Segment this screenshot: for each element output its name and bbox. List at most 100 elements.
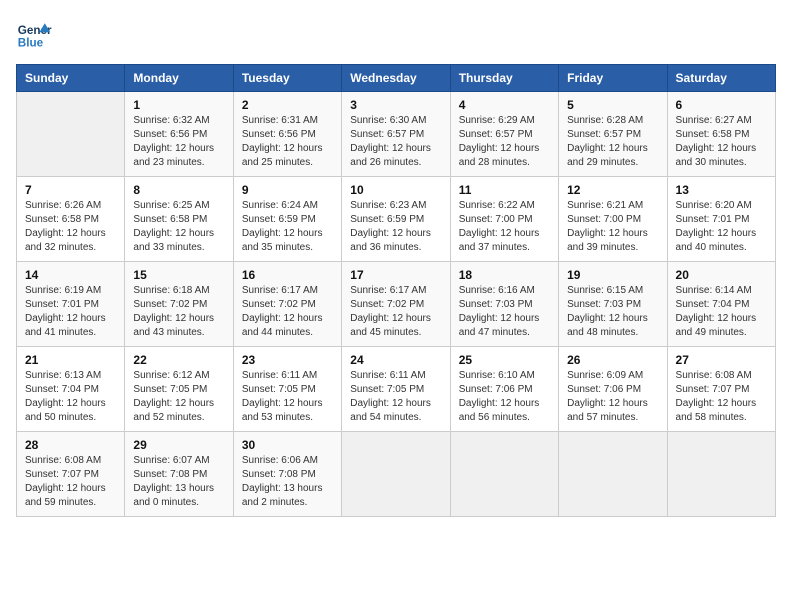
calendar-cell: 14Sunrise: 6:19 AM Sunset: 7:01 PM Dayli… xyxy=(17,262,125,347)
calendar-cell: 5 Sunrise: 6:28 AM Sunset: 6:57 PM Daylig… xyxy=(559,92,667,177)
calendar-cell: 7 Sunrise: 6:26 AM Sunset: 6:58 PM Daylig… xyxy=(17,177,125,262)
day-number: 19 xyxy=(567,268,658,282)
calendar-week-1: 1 Sunrise: 6:32 AM Sunset: 6:56 PM Daylig… xyxy=(17,92,776,177)
calendar-cell xyxy=(342,432,450,517)
calendar-week-4: 21 Sunrise: 6:13 AM Sunset: 7:04 PM Dayli… xyxy=(17,347,776,432)
day-number: 28 xyxy=(25,438,116,452)
calendar-cell: 6Sunrise: 6:27 AM Sunset: 6:58 PM Daylig… xyxy=(667,92,775,177)
day-info: Sunrise: 6:24 AM Sunset: 6:59 PM Dayligh… xyxy=(242,199,333,255)
calendar-cell: 21 Sunrise: 6:13 AM Sunset: 7:04 PM Dayli… xyxy=(17,347,125,432)
calendar-cell: 28 Sunrise: 6:08 AM Sunset: 7:07 PM Dayli… xyxy=(17,432,125,517)
day-info: Sunrise: 6:08 AM Sunset: 7:07 PM Dayligh… xyxy=(25,454,116,510)
weekday-header-friday: Friday xyxy=(559,65,667,92)
day-info: Sunrise: 6:25 AM Sunset: 6:58 PM Dayligh… xyxy=(133,199,224,255)
calendar-body: 1 Sunrise: 6:32 AM Sunset: 6:56 PM Daylig… xyxy=(17,92,776,517)
day-number: 21 xyxy=(25,353,116,367)
weekday-header-row: SundayMondayTuesdayWednesdayThursdayFrid… xyxy=(17,65,776,92)
day-info: Sunrise: 6:19 AM Sunset: 7:01 PM Dayligh… xyxy=(25,284,116,340)
day-number: 27 xyxy=(676,353,767,367)
day-number: 8 xyxy=(133,183,224,197)
weekday-header-thursday: Thursday xyxy=(450,65,558,92)
calendar-cell xyxy=(559,432,667,517)
day-number: 18 xyxy=(459,268,550,282)
day-number: 7 xyxy=(25,183,116,197)
day-info: Sunrise: 6:20 AM Sunset: 7:01 PM Dayligh… xyxy=(676,199,767,255)
day-number: 26 xyxy=(567,353,658,367)
day-number: 9 xyxy=(242,183,333,197)
day-number: 5 xyxy=(567,98,658,112)
day-number: 17 xyxy=(350,268,441,282)
day-info: Sunrise: 6:27 AM Sunset: 6:58 PM Dayligh… xyxy=(676,114,767,170)
day-number: 4 xyxy=(459,98,550,112)
day-info: Sunrise: 6:28 AM Sunset: 6:57 PM Dayligh… xyxy=(567,114,658,170)
day-info: Sunrise: 6:31 AM Sunset: 6:56 PM Dayligh… xyxy=(242,114,333,170)
calendar-cell: 11Sunrise: 6:22 AM Sunset: 7:00 PM Dayli… xyxy=(450,177,558,262)
calendar-week-3: 14Sunrise: 6:19 AM Sunset: 7:01 PM Dayli… xyxy=(17,262,776,347)
calendar-cell: 27 Sunrise: 6:08 AM Sunset: 7:07 PM Dayli… xyxy=(667,347,775,432)
day-number: 1 xyxy=(133,98,224,112)
day-info: Sunrise: 6:11 AM Sunset: 7:05 PM Dayligh… xyxy=(350,369,441,425)
day-info: Sunrise: 6:06 AM Sunset: 7:08 PM Dayligh… xyxy=(242,454,333,510)
day-info: Sunrise: 6:26 AM Sunset: 6:58 PM Dayligh… xyxy=(25,199,116,255)
calendar-week-2: 7 Sunrise: 6:26 AM Sunset: 6:58 PM Daylig… xyxy=(17,177,776,262)
day-number: 15 xyxy=(133,268,224,282)
day-info: Sunrise: 6:11 AM Sunset: 7:05 PM Dayligh… xyxy=(242,369,333,425)
day-number: 24 xyxy=(350,353,441,367)
calendar-cell: 18 Sunrise: 6:16 AM Sunset: 7:03 PM Dayli… xyxy=(450,262,558,347)
calendar-cell: 3Sunrise: 6:30 AM Sunset: 6:57 PM Daylig… xyxy=(342,92,450,177)
day-info: Sunrise: 6:09 AM Sunset: 7:06 PM Dayligh… xyxy=(567,369,658,425)
calendar-cell: 12 Sunrise: 6:21 AM Sunset: 7:00 PM Dayli… xyxy=(559,177,667,262)
day-info: Sunrise: 6:17 AM Sunset: 7:02 PM Dayligh… xyxy=(242,284,333,340)
weekday-header-sunday: Sunday xyxy=(17,65,125,92)
calendar-cell xyxy=(450,432,558,517)
weekday-header-tuesday: Tuesday xyxy=(233,65,341,92)
calendar-cell: 25 Sunrise: 6:10 AM Sunset: 7:06 PM Dayli… xyxy=(450,347,558,432)
weekday-header-monday: Monday xyxy=(125,65,233,92)
calendar-cell: 13 Sunrise: 6:20 AM Sunset: 7:01 PM Dayli… xyxy=(667,177,775,262)
calendar-cell: 15Sunrise: 6:18 AM Sunset: 7:02 PM Dayli… xyxy=(125,262,233,347)
day-number: 29 xyxy=(133,438,224,452)
day-info: Sunrise: 6:12 AM Sunset: 7:05 PM Dayligh… xyxy=(133,369,224,425)
calendar-cell: 10Sunrise: 6:23 AM Sunset: 6:59 PM Dayli… xyxy=(342,177,450,262)
calendar-cell: 9 Sunrise: 6:24 AM Sunset: 6:59 PM Daylig… xyxy=(233,177,341,262)
day-info: Sunrise: 6:29 AM Sunset: 6:57 PM Dayligh… xyxy=(459,114,550,170)
day-info: Sunrise: 6:13 AM Sunset: 7:04 PM Dayligh… xyxy=(25,369,116,425)
calendar-week-5: 28 Sunrise: 6:08 AM Sunset: 7:07 PM Dayli… xyxy=(17,432,776,517)
calendar-cell: 16 Sunrise: 6:17 AM Sunset: 7:02 PM Dayli… xyxy=(233,262,341,347)
calendar-cell: 1 Sunrise: 6:32 AM Sunset: 6:56 PM Daylig… xyxy=(125,92,233,177)
day-info: Sunrise: 6:17 AM Sunset: 7:02 PM Dayligh… xyxy=(350,284,441,340)
logo: General Blue xyxy=(16,16,52,52)
calendar-cell: 19 Sunrise: 6:15 AM Sunset: 7:03 PM Dayli… xyxy=(559,262,667,347)
day-number: 23 xyxy=(242,353,333,367)
calendar-cell xyxy=(17,92,125,177)
day-info: Sunrise: 6:15 AM Sunset: 7:03 PM Dayligh… xyxy=(567,284,658,340)
day-number: 13 xyxy=(676,183,767,197)
weekday-header-wednesday: Wednesday xyxy=(342,65,450,92)
day-number: 10 xyxy=(350,183,441,197)
day-info: Sunrise: 6:16 AM Sunset: 7:03 PM Dayligh… xyxy=(459,284,550,340)
day-number: 25 xyxy=(459,353,550,367)
calendar-cell: 4 Sunrise: 6:29 AM Sunset: 6:57 PM Daylig… xyxy=(450,92,558,177)
day-number: 22 xyxy=(133,353,224,367)
day-number: 30 xyxy=(242,438,333,452)
svg-text:Blue: Blue xyxy=(18,37,44,50)
day-number: 16 xyxy=(242,268,333,282)
day-info: Sunrise: 6:21 AM Sunset: 7:00 PM Dayligh… xyxy=(567,199,658,255)
calendar-cell: 26 Sunrise: 6:09 AM Sunset: 7:06 PM Dayli… xyxy=(559,347,667,432)
calendar-cell: 17 Sunrise: 6:17 AM Sunset: 7:02 PM Dayli… xyxy=(342,262,450,347)
calendar-cell: 2 Sunrise: 6:31 AM Sunset: 6:56 PM Daylig… xyxy=(233,92,341,177)
calendar-cell: 30 Sunrise: 6:06 AM Sunset: 7:08 PM Dayli… xyxy=(233,432,341,517)
calendar-cell: 8 Sunrise: 6:25 AM Sunset: 6:58 PM Daylig… xyxy=(125,177,233,262)
calendar-cell xyxy=(667,432,775,517)
day-info: Sunrise: 6:07 AM Sunset: 7:08 PM Dayligh… xyxy=(133,454,224,510)
calendar-cell: 23 Sunrise: 6:11 AM Sunset: 7:05 PM Dayli… xyxy=(233,347,341,432)
weekday-header-saturday: Saturday xyxy=(667,65,775,92)
day-info: Sunrise: 6:22 AM Sunset: 7:00 PM Dayligh… xyxy=(459,199,550,255)
calendar-cell: 24 Sunrise: 6:11 AM Sunset: 7:05 PM Dayli… xyxy=(342,347,450,432)
day-number: 3 xyxy=(350,98,441,112)
day-info: Sunrise: 6:08 AM Sunset: 7:07 PM Dayligh… xyxy=(676,369,767,425)
day-info: Sunrise: 6:10 AM Sunset: 7:06 PM Dayligh… xyxy=(459,369,550,425)
day-info: Sunrise: 6:32 AM Sunset: 6:56 PM Dayligh… xyxy=(133,114,224,170)
day-number: 2 xyxy=(242,98,333,112)
day-number: 12 xyxy=(567,183,658,197)
